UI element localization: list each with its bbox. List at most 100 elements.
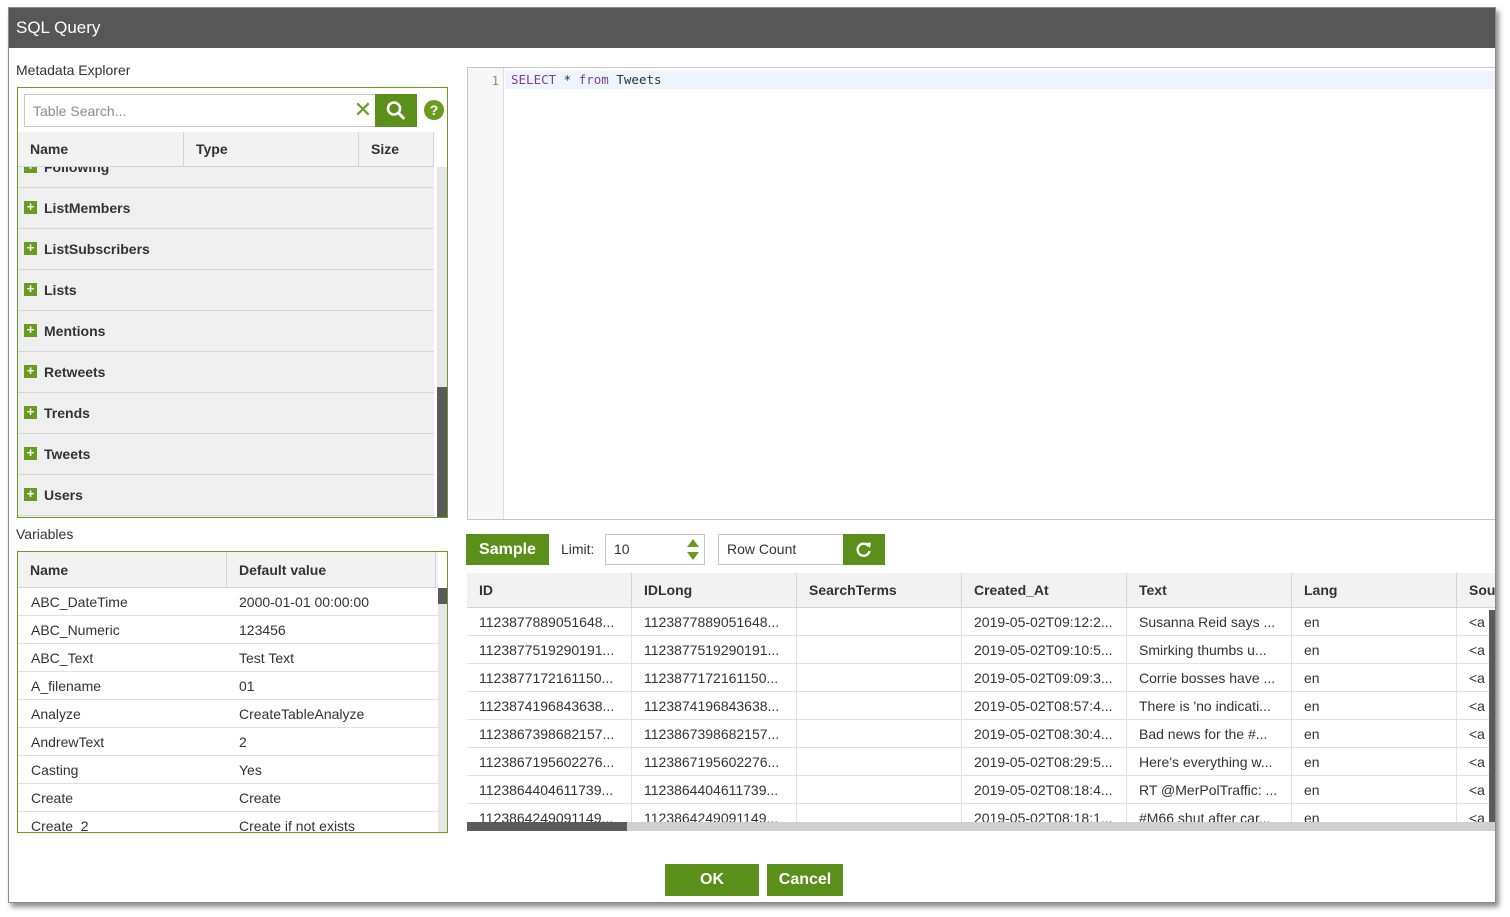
result-cell[interactable]: 1123867195602276... bbox=[467, 748, 632, 776]
result-row[interactable]: 1123867195602276... 1123867195602276... 20… bbox=[467, 748, 1495, 776]
search-button[interactable] bbox=[375, 94, 417, 127]
column-header-created-at[interactable]: Created_At bbox=[962, 573, 1127, 608]
variable-row[interactable]: Casting Yes bbox=[18, 756, 438, 784]
variables-scrollbar-thumb[interactable] bbox=[438, 588, 447, 604]
results-vertical-scrollbar[interactable] bbox=[1489, 610, 1495, 822]
tree-item-listmembers[interactable]: + ListMembers bbox=[18, 188, 434, 229]
result-row[interactable]: 1123877889051648... 1123877889051648... 20… bbox=[467, 608, 1495, 636]
result-cell[interactable] bbox=[797, 720, 962, 748]
result-cell[interactable]: 1123874196843638... bbox=[467, 692, 632, 720]
result-cell[interactable]: 1123867398682157... bbox=[467, 720, 632, 748]
tree-item-lists[interactable]: + Lists bbox=[18, 270, 434, 311]
results-horizontal-scrollbar-thumb[interactable] bbox=[467, 822, 627, 831]
tree-item-tweets[interactable]: + Tweets bbox=[18, 434, 434, 475]
result-cell[interactable]: 2019-05-02T08:57:4... bbox=[962, 692, 1127, 720]
result-cell[interactable]: 1123864404611739... bbox=[632, 776, 797, 804]
result-cell[interactable]: 1123867398682157... bbox=[632, 720, 797, 748]
decrement-icon[interactable] bbox=[687, 552, 699, 560]
variable-row[interactable]: AndrewText 2 bbox=[18, 728, 438, 756]
expand-icon[interactable]: + bbox=[24, 241, 37, 255]
result-row[interactable]: 1123867398682157... 1123867398682157... 20… bbox=[467, 720, 1495, 748]
help-icon[interactable]: ? bbox=[424, 100, 444, 120]
result-cell[interactable]: en bbox=[1292, 692, 1457, 720]
tree-item-listsubscribers[interactable]: + ListSubscribers bbox=[18, 229, 434, 270]
result-cell[interactable]: 1123877172161150... bbox=[467, 664, 632, 692]
variable-row[interactable]: A_filename 01 bbox=[18, 672, 438, 700]
expand-icon[interactable]: + bbox=[24, 323, 37, 337]
result-cell[interactable]: 1123877519290191... bbox=[632, 636, 797, 664]
result-cell[interactable]: Smirking thumbs u... bbox=[1127, 636, 1292, 664]
result-cell[interactable] bbox=[797, 608, 962, 636]
result-cell[interactable]: en bbox=[1292, 664, 1457, 692]
expand-icon[interactable]: + bbox=[24, 167, 37, 173]
code-line[interactable]: SELECT * from Tweets bbox=[505, 71, 1495, 89]
result-row[interactable]: 1123874196843638... 1123874196843638... 20… bbox=[467, 692, 1495, 720]
tree-item-trends[interactable]: + Trends bbox=[18, 393, 434, 434]
variable-row[interactable]: ABC_Text Test Text bbox=[18, 644, 438, 672]
result-cell[interactable]: 1123877519290191... bbox=[467, 636, 632, 664]
result-cell[interactable]: 1123877172161150... bbox=[632, 664, 797, 692]
result-cell[interactable]: Corrie bosses have ... bbox=[1127, 664, 1292, 692]
result-cell[interactable] bbox=[797, 776, 962, 804]
result-cell[interactable]: 1123877889051648... bbox=[632, 608, 797, 636]
tree-item-following[interactable]: + Following bbox=[18, 167, 434, 188]
editor-text-area[interactable] bbox=[505, 68, 1495, 519]
result-cell[interactable]: en bbox=[1292, 608, 1457, 636]
tree-item-retweets[interactable]: + Retweets bbox=[18, 352, 434, 393]
cancel-button[interactable]: Cancel bbox=[767, 864, 843, 896]
result-cell[interactable]: There is 'no indicati... bbox=[1127, 692, 1292, 720]
result-cell[interactable]: 2019-05-02T08:18:4... bbox=[962, 776, 1127, 804]
result-cell[interactable]: 1123874196843638... bbox=[632, 692, 797, 720]
ok-button[interactable]: OK bbox=[665, 864, 759, 896]
variable-row[interactable]: Analyze CreateTableAnalyze bbox=[18, 700, 438, 728]
results-horizontal-scrollbar[interactable] bbox=[467, 822, 1495, 831]
refresh-button[interactable] bbox=[843, 534, 885, 565]
column-header-lang[interactable]: Lang bbox=[1292, 573, 1457, 608]
result-cell[interactable]: en bbox=[1292, 636, 1457, 664]
result-cell[interactable] bbox=[797, 692, 962, 720]
result-cell[interactable]: 1123867195602276... bbox=[632, 748, 797, 776]
sample-button[interactable]: Sample bbox=[466, 534, 549, 565]
result-cell[interactable]: 2019-05-02T09:09:3... bbox=[962, 664, 1127, 692]
expand-icon[interactable]: + bbox=[24, 200, 37, 214]
variables-scrollbar[interactable] bbox=[438, 588, 447, 832]
result-cell[interactable]: 2019-05-02T08:29:5... bbox=[962, 748, 1127, 776]
column-header-name[interactable]: Name bbox=[18, 132, 184, 166]
sql-editor[interactable]: 1 SELECT * from Tweets bbox=[467, 67, 1495, 520]
result-cell[interactable]: Susanna Reid says ... bbox=[1127, 608, 1292, 636]
column-header-idlong[interactable]: IDLong bbox=[632, 573, 797, 608]
result-cell[interactable]: en bbox=[1292, 720, 1457, 748]
result-cell[interactable] bbox=[797, 636, 962, 664]
expand-icon[interactable]: + bbox=[24, 446, 37, 460]
column-header-type[interactable]: Type bbox=[184, 132, 359, 166]
expand-icon[interactable]: + bbox=[24, 282, 37, 296]
row-count-field[interactable]: Row Count bbox=[718, 534, 844, 565]
result-cell[interactable]: 1123877889051648... bbox=[467, 608, 632, 636]
column-header-size[interactable]: Size bbox=[359, 132, 434, 166]
tree-item-users[interactable]: + Users bbox=[18, 475, 434, 516]
expand-icon[interactable]: + bbox=[24, 487, 37, 501]
column-header-var-name[interactable]: Name bbox=[18, 552, 227, 587]
result-cell[interactable]: 2019-05-02T09:12:2... bbox=[962, 608, 1127, 636]
result-row[interactable]: 1123877519290191... 1123877519290191... 20… bbox=[467, 636, 1495, 664]
result-cell[interactable]: en bbox=[1292, 776, 1457, 804]
column-header-source[interactable]: Sou bbox=[1457, 573, 1495, 608]
variable-row[interactable]: Create_2 Create if not exists bbox=[18, 812, 438, 832]
metadata-scrollbar[interactable] bbox=[437, 167, 447, 517]
result-cell[interactable]: RT @MerPolTraffic: ... bbox=[1127, 776, 1292, 804]
result-cell[interactable] bbox=[797, 664, 962, 692]
result-cell[interactable] bbox=[797, 748, 962, 776]
result-cell[interactable]: Bad news for the #... bbox=[1127, 720, 1292, 748]
result-cell[interactable]: en bbox=[1292, 748, 1457, 776]
expand-icon[interactable]: + bbox=[24, 405, 37, 419]
column-header-default-value[interactable]: Default value bbox=[227, 552, 436, 587]
expand-icon[interactable]: + bbox=[24, 364, 37, 378]
result-cell[interactable]: 2019-05-02T09:10:5... bbox=[962, 636, 1127, 664]
variable-row[interactable]: Create Create bbox=[18, 784, 438, 812]
result-row[interactable]: 1123877172161150... 1123877172161150... 20… bbox=[467, 664, 1495, 692]
variable-row[interactable]: ABC_DateTime 2000-01-01 00:00:00 bbox=[18, 588, 438, 616]
result-cell[interactable]: Here's everything w... bbox=[1127, 748, 1292, 776]
result-row[interactable]: 1123864404611739... 1123864404611739... 20… bbox=[467, 776, 1495, 804]
tree-item-mentions[interactable]: + Mentions bbox=[18, 311, 434, 352]
column-header-searchterms[interactable]: SearchTerms bbox=[797, 573, 962, 608]
